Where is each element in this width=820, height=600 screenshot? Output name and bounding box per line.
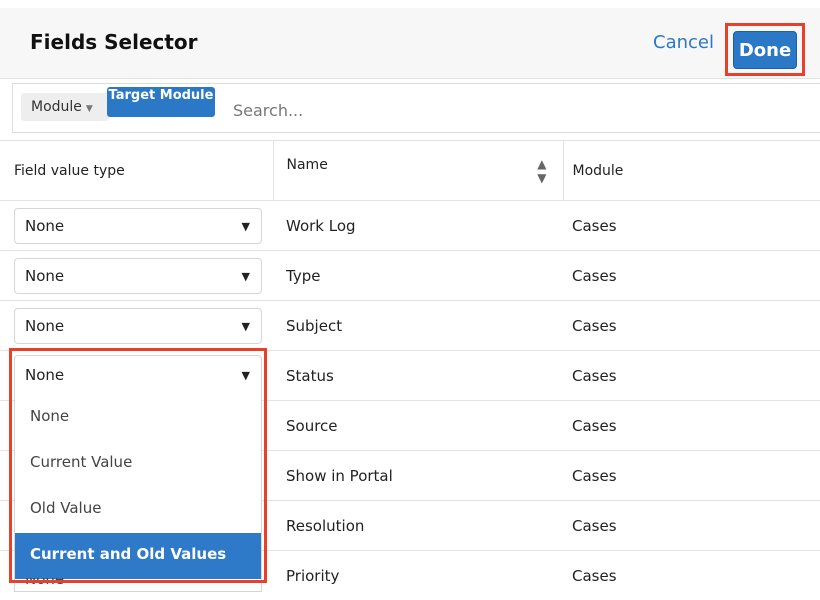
select-value: None: [25, 217, 64, 235]
done-button[interactable]: Done: [733, 31, 797, 69]
field-value-type-select-open[interactable]: None ▼: [14, 355, 262, 395]
cancel-button[interactable]: Cancel: [653, 32, 714, 53]
column-header-module[interactable]: Module: [563, 141, 820, 201]
field-name-cell: Source: [273, 401, 563, 451]
table-row: None ▼ Type Cases: [0, 251, 820, 301]
caret-down-icon: ▼: [242, 260, 250, 294]
caret-down-icon: ▼: [242, 310, 250, 344]
field-name-cell: Subject: [273, 301, 563, 351]
module-cell: Cases: [563, 251, 820, 301]
module-cell: Cases: [563, 351, 820, 401]
column-header-name[interactable]: Name ▲▼: [273, 141, 563, 201]
dialog-title: Fields Selector: [30, 30, 198, 54]
dropdown-option-current-and-old-values[interactable]: Current and Old Values: [15, 533, 261, 579]
module-cell: Cases: [563, 201, 820, 251]
filter-bar: Module ▼ Target Module: [12, 83, 820, 133]
field-name-cell: Work Log: [273, 201, 563, 251]
field-name-cell: Type: [273, 251, 563, 301]
module-cell: Cases: [563, 451, 820, 501]
field-name-cell: Show in Portal: [273, 451, 563, 501]
module-cell: Cases: [563, 401, 820, 451]
caret-down-icon: ▼: [242, 210, 250, 244]
field-value-type-dropdown-menu: None Current Value Old Value Current and…: [14, 395, 262, 579]
select-value: None: [25, 267, 64, 285]
table-header-row: Field value type Name ▲▼ Module: [0, 141, 820, 201]
module-cell: Cases: [563, 551, 820, 600]
field-name-cell: Resolution: [273, 501, 563, 551]
field-value-type-select[interactable]: None ▼: [14, 308, 262, 344]
field-value-type-select-partial[interactable]: None: [14, 578, 262, 592]
table-row: None ▼ Work Log Cases: [0, 201, 820, 251]
dropdown-option-old-value[interactable]: Old Value: [15, 487, 261, 533]
sort-icon[interactable]: ▲▼: [537, 157, 546, 185]
field-name-cell: Status: [273, 351, 563, 401]
module-cell: Cases: [563, 301, 820, 351]
column-header-name-label: Name: [287, 157, 328, 173]
field-name-cell: Priority: [273, 551, 563, 600]
field-value-type-select[interactable]: None ▼: [14, 258, 262, 294]
dropdown-option-current-value[interactable]: Current Value: [15, 441, 261, 487]
field-value-type-select[interactable]: None ▼: [14, 208, 262, 244]
module-cell: Cases: [563, 501, 820, 551]
table-row: None ▼ Subject Cases: [0, 301, 820, 351]
search-input[interactable]: [231, 94, 795, 126]
dropdown-option-none[interactable]: None: [15, 395, 261, 441]
caret-down-icon: ▼: [242, 357, 250, 395]
chevron-down-icon: ▼: [86, 104, 93, 114]
module-filter-label: Module: [31, 99, 82, 115]
select-value: None: [25, 317, 64, 335]
select-value: None: [25, 366, 64, 384]
target-module-pill[interactable]: Target Module: [107, 87, 215, 117]
dialog-header: Fields Selector Cancel Done: [0, 8, 820, 79]
column-header-field-value-type[interactable]: Field value type: [0, 141, 273, 201]
module-filter-pill[interactable]: Module ▼: [21, 93, 109, 121]
select-value: None: [25, 578, 64, 588]
